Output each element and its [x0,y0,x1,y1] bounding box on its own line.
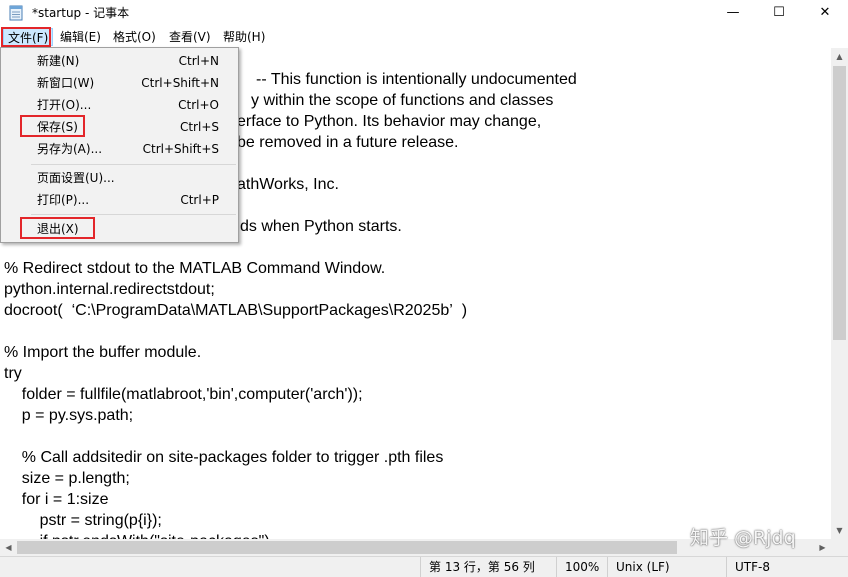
menu-item-print[interactable]: 打印(P)... Ctrl+P [3,189,236,211]
menu-item-shortcut: Ctrl+S [179,120,219,134]
code-line: if pstr.endsWith("site-packages") [4,531,270,539]
code-line: erface to Python. Its behavior may chang… [237,113,542,130]
code-line: ds when Python starts. [240,218,402,235]
scrollbar-corner [831,539,848,556]
cursor-position: 第 13 行，第 56 列 [420,557,555,577]
scroll-up-icon[interactable]: ▲ [831,48,848,65]
menu-item-shortcut: Ctrl+Shift+S [142,142,219,156]
menu-item-label: 新窗口(W) [37,76,95,90]
code-line: size = p.length; [4,470,130,487]
highlight-exit [20,217,95,239]
code-line: y within the scope of functions and clas… [251,92,554,109]
menu-format[interactable]: 格式(O) [109,28,160,46]
menu-help[interactable]: 帮助(H) [219,28,269,46]
menu-item-open[interactable]: 打开(O)... Ctrl+O [3,94,236,116]
line-ending: Unix (LF) [607,557,725,577]
notepad-icon [9,5,23,21]
code-line: for i = 1:size [4,491,109,508]
title-bar: *startup - 记事本 — ☐ ✕ [0,0,848,26]
menu-separator [31,214,236,215]
menu-edit[interactable]: 编辑(E) [56,28,105,46]
watermark: 知乎 @Rjdq [690,527,796,549]
highlight-file-menu [1,27,51,47]
vertical-scroll-thumb[interactable] [833,66,846,340]
status-bar: 第 13 行，第 56 列 100% Unix (LF) UTF-8 [0,556,848,577]
file-menu-dropdown: 新建(N) Ctrl+N 新窗口(W) Ctrl+Shift+N 打开(O)..… [0,47,239,243]
encoding: UTF-8 [726,557,848,577]
menu-item-label: 新建(N) [37,54,80,68]
code-line: % Redirect stdout to the MATLAB Command … [4,260,386,277]
code-line: athWorks, Inc. [237,176,339,193]
horizontal-scroll-thumb[interactable] [17,541,677,554]
menu-item-shortcut: Ctrl+P [180,193,219,207]
menu-bar: 文件(F) 编辑(E) 格式(O) 查看(V) 帮助(H) [0,26,848,48]
highlight-save [20,115,85,137]
menu-item-label: 打开(O)... [37,98,92,112]
close-button[interactable]: ✕ [802,0,848,26]
menu-item-new[interactable]: 新建(N) Ctrl+N [3,50,236,72]
code-line: % Call addsitedir on site-packages folde… [4,449,444,466]
menu-item-save-as[interactable]: 另存为(A)... Ctrl+Shift+S [3,138,236,160]
code-line: -- This function is intentionally undocu… [256,71,577,88]
menu-item-label: 页面设置(U)... [37,171,115,185]
menu-item-shortcut: Ctrl+N [178,54,219,68]
zoom-level: 100% [556,557,606,577]
scroll-down-icon[interactable]: ▼ [831,522,848,539]
scroll-right-icon[interactable]: ▶ [814,539,831,556]
menu-item-page-setup[interactable]: 页面设置(U)... [3,167,236,189]
window-title: *startup - 记事本 [32,6,130,20]
code-line: pstr = string(p{i}); [4,512,162,529]
menu-view[interactable]: 查看(V) [165,28,215,46]
menu-item-shortcut: Ctrl+Shift+N [141,76,219,90]
code-line: folder = fullfile(matlabroot,'bin',compu… [4,386,363,403]
code-line: try [4,365,22,382]
scroll-left-icon[interactable]: ◀ [0,539,17,556]
code-line: p = py.sys.path; [4,407,134,424]
menu-item-new-window[interactable]: 新窗口(W) Ctrl+Shift+N [3,72,236,94]
code-line: be removed in a future release. [237,134,459,151]
code-line: python.internal.redirectstdout; [4,281,215,298]
menu-item-label: 另存为(A)... [37,142,103,156]
menu-item-shortcut: Ctrl+O [178,98,219,112]
minimize-button[interactable]: — [710,0,756,26]
code-line: docroot( ‘C:\ProgramData\MATLAB\SupportP… [4,302,468,319]
vertical-scrollbar[interactable]: ▲ ▼ [831,48,848,539]
menu-separator [31,164,236,165]
maximize-button[interactable]: ☐ [756,0,802,26]
code-line: % Import the buffer module. [4,344,202,361]
menu-item-label: 打印(P)... [37,193,90,207]
